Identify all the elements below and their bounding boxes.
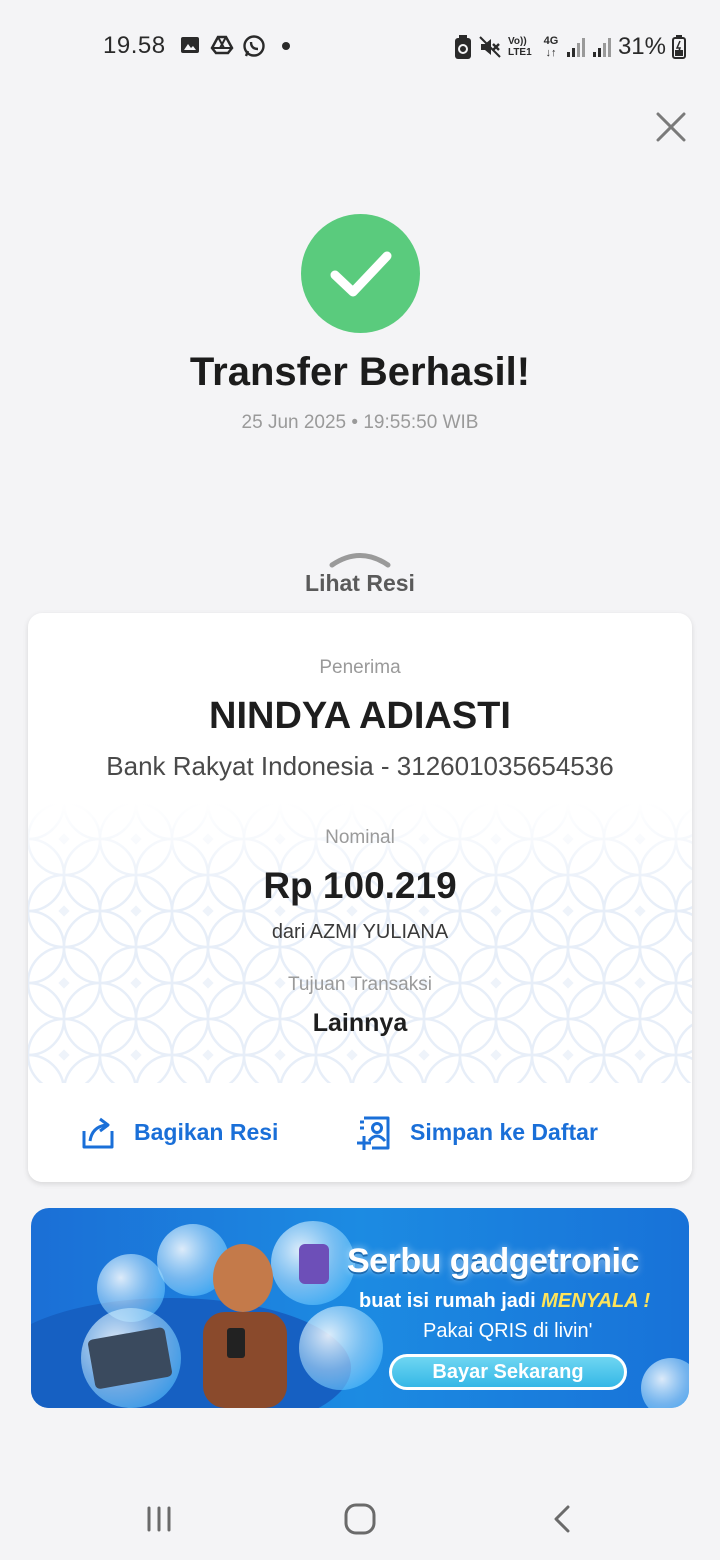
recipient-label: Penerima	[319, 657, 401, 678]
image-icon	[181, 37, 199, 53]
network-label: 4G	[543, 35, 559, 47]
signal-icon	[592, 38, 611, 57]
volte-icon: Vo)) LTE1	[508, 36, 536, 58]
promo-banner[interactable]: Serbu gadgetronic buat isi rumah jadi ME…	[31, 1208, 689, 1408]
signal-icon	[566, 38, 585, 57]
save-to-list-label: Simpan ke Daftar	[410, 1119, 598, 1145]
share-receipt-label: Bagikan Resi	[134, 1119, 279, 1145]
system-nav-bar	[0, 1480, 720, 1560]
volte-label: Vo)) LTE1	[507, 36, 532, 58]
transaction-purpose: Lainnya	[312, 1009, 408, 1037]
chevron-up-icon	[329, 553, 391, 568]
close-button[interactable]	[650, 106, 692, 148]
share-icon	[82, 1117, 114, 1148]
transfer-amount: Rp 100.219	[263, 865, 457, 906]
amount-label: Nominal	[325, 827, 395, 848]
mute-icon	[479, 36, 501, 58]
back-icon[interactable]	[548, 1502, 578, 1536]
status-time: 19.58	[103, 32, 166, 59]
save-to-list-button[interactable]: Simpan ke Daftar	[356, 1083, 598, 1182]
purpose-label: Tujuan Transaksi	[288, 974, 432, 995]
receipt-actions: Bagikan Resi Simpan ke Daftar	[28, 1083, 692, 1182]
recipient-bank-account: Bank Rakyat Indonesia - 312601035654536	[106, 751, 614, 781]
whatsapp-icon	[243, 35, 265, 57]
pay-now-button[interactable]: Bayar Sekarang	[389, 1354, 627, 1390]
drive-icon	[210, 35, 234, 55]
success-badge	[301, 214, 420, 333]
banner-subline-highlight: MENYALA !	[541, 1290, 651, 1312]
add-contact-icon	[357, 1116, 390, 1150]
battery-saver-icon	[454, 35, 471, 59]
sender-name: dari AZMI YULIANA	[271, 921, 449, 943]
banner-subline: buat isi rumah jadi MENYALA !	[359, 1290, 650, 1313]
banner-subline-prefix: buat isi rumah jadi	[359, 1290, 542, 1312]
receipt-card: Penerima NINDYA ADIASTI Bank Rakyat Indo…	[28, 613, 692, 1182]
home-icon[interactable]	[342, 1502, 378, 1536]
status-right: Vo)) LTE1 4G ↓↑ 31%	[454, 30, 686, 64]
transaction-datetime: 25 Jun 2025 • 19:55:50 WIB	[241, 412, 479, 433]
banner-headline: Serbu gadgetronic	[347, 1242, 639, 1280]
recent-apps-icon[interactable]	[144, 1502, 174, 1536]
battery-percentage: 31%	[617, 33, 666, 60]
4g-icon: 4G ↓↑	[543, 35, 559, 59]
close-icon	[656, 112, 686, 142]
checkmark-icon	[330, 251, 391, 296]
dot-icon	[282, 42, 290, 50]
share-receipt-button[interactable]: Bagikan Resi	[80, 1083, 278, 1182]
status-bar: 19.58 Vo)) LTE1 4G ↓↑ 31%	[0, 0, 720, 92]
recipient-name: NINDYA ADIASTI	[209, 695, 511, 737]
battery-icon	[672, 35, 686, 59]
view-receipt-label: Lihat Resi	[305, 570, 415, 596]
banner-qris-line: Pakai QRIS di livin'	[423, 1320, 593, 1342]
page-title: Transfer Berhasil!	[189, 350, 531, 394]
